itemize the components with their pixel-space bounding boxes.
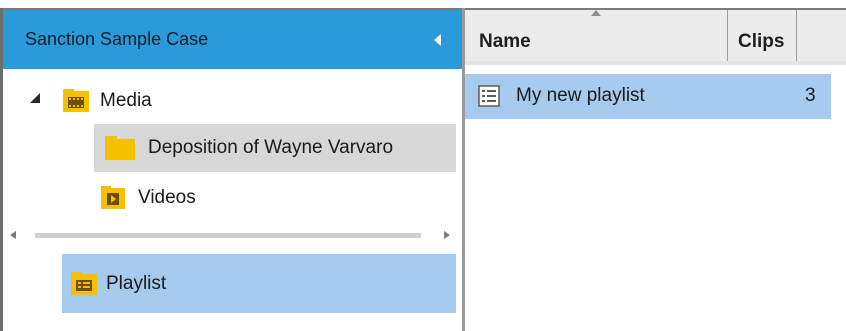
tree-item-media[interactable]: Media [62, 87, 152, 115]
tree-item-label: Media [100, 90, 152, 111]
playlist-item[interactable]: Playlist [62, 254, 456, 313]
expanded-arrow-icon[interactable] [28, 91, 42, 105]
cell-clips: 3 [805, 85, 816, 106]
playlist-folder-icon [71, 271, 97, 295]
case-header: Sanction Sample Case [3, 10, 462, 69]
sort-ascending-icon [591, 10, 601, 16]
tree-item-label: Deposition of Wayne Varvaro [148, 137, 394, 158]
column-header-name[interactable]: Name [465, 10, 727, 61]
playlist-icon [478, 85, 500, 107]
tree-item-videos[interactable]: Videos [100, 183, 196, 213]
tree-item-deposition[interactable]: Deposition of Wayne Varvaro [94, 124, 456, 172]
column-header-clips[interactable]: Clips [728, 10, 796, 61]
media-folder-icon [63, 89, 89, 112]
column-label: Clips [738, 31, 785, 52]
grid-header: Name Clips [465, 10, 846, 61]
column-header-empty [797, 10, 846, 61]
scroll-right-icon[interactable] [443, 231, 451, 239]
folder-icon [105, 136, 135, 160]
content-pane: Name Clips My new playlist 3 [465, 10, 846, 331]
video-folder-icon [101, 186, 125, 209]
scrollbar-thumb[interactable] [35, 233, 421, 238]
scroll-left-icon[interactable] [9, 231, 17, 239]
tree-item-label: Videos [138, 187, 196, 208]
collapse-pane-icon[interactable] [430, 32, 446, 48]
tree-horizontal-scrollbar[interactable] [3, 226, 462, 244]
grid-header-shadow [465, 61, 846, 65]
playlist-label: Playlist [106, 272, 167, 294]
case-title: Sanction Sample Case [25, 29, 209, 49]
column-label: Name [479, 31, 531, 52]
cell-name: My new playlist [516, 85, 645, 106]
table-row[interactable]: My new playlist 3 [465, 74, 831, 119]
